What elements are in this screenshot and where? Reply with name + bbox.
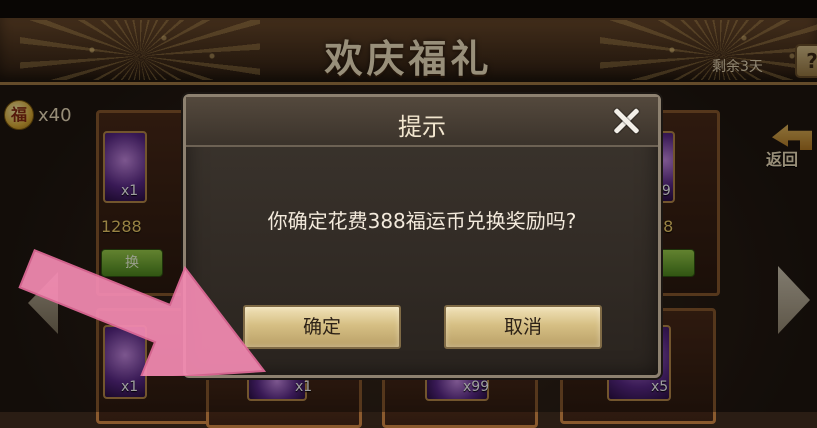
cancel-button[interactable]: 取消 (444, 305, 602, 349)
pink-pointer-arrow-icon (18, 248, 267, 376)
dialog-title: 提示 (398, 113, 446, 141)
close-icon[interactable] (610, 105, 642, 137)
